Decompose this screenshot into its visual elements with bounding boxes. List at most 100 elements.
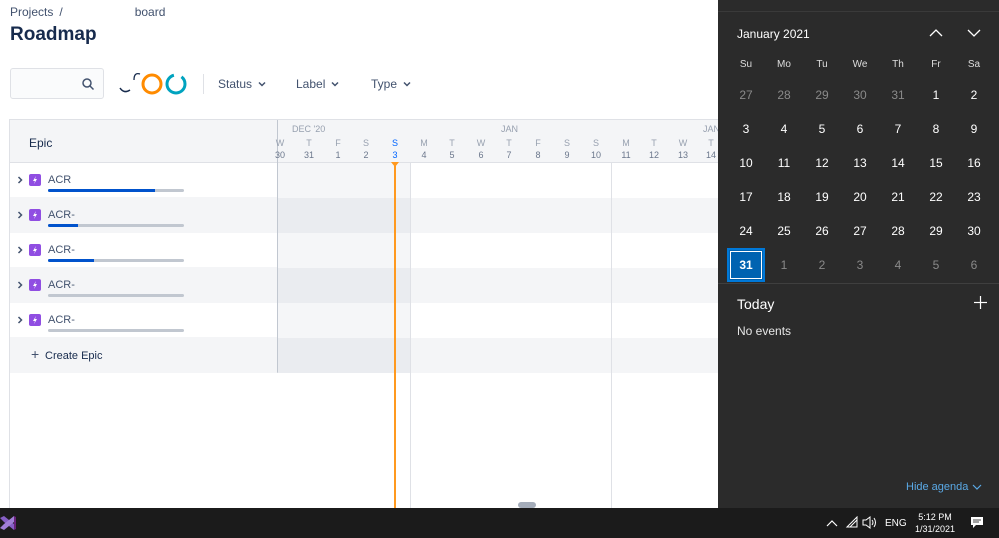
calendar-day[interactable]: 31 (879, 78, 917, 112)
calendar-day-selected[interactable]: 31 (727, 248, 765, 282)
calendar-day[interactable]: 29 (803, 78, 841, 112)
calendar-day[interactable]: 18 (765, 180, 803, 214)
calendar-day[interactable]: 9 (955, 112, 993, 146)
epic-progress-fill (48, 224, 78, 227)
calendar-day[interactable]: 30 (841, 78, 879, 112)
calendar-month-title[interactable]: January 2021 (737, 27, 810, 41)
calendar-flyout: January 2021 Su Mo Tu We Th Fr Sa 27 28 29 30 31 1 2 3… (718, 0, 999, 508)
calendar-day[interactable]: 15 (917, 146, 955, 180)
calendar-day[interactable]: 22 (917, 180, 955, 214)
clock[interactable]: 5:12 PM 1/31/2021 (910, 511, 960, 535)
week-divider (410, 163, 411, 510)
calendar-day[interactable]: 28 (879, 214, 917, 248)
epic-row[interactable]: ACR- (10, 268, 277, 303)
epic-column-header: Epic (10, 120, 277, 163)
chevron-right-icon[interactable] (16, 176, 24, 184)
visual-studio-icon[interactable] (0, 514, 16, 532)
epic-row[interactable]: ACR- (10, 303, 277, 338)
chevron-right-icon[interactable] (16, 316, 24, 324)
label-filter[interactable]: Label (296, 77, 339, 91)
calendar-day[interactable]: 6 (955, 248, 993, 282)
calendar-day[interactable]: 1 (765, 248, 803, 282)
breadcrumb-board[interactable]: board (135, 5, 166, 19)
week-divider (611, 163, 612, 510)
type-filter[interactable]: Type (371, 77, 411, 91)
language-indicator[interactable]: ENG (885, 518, 907, 529)
wifi-icon[interactable] (845, 516, 859, 528)
create-epic-button[interactable]: + Create Epic (10, 338, 277, 373)
epic-row[interactable]: ACR- (10, 198, 277, 233)
calendar-day[interactable]: 21 (879, 180, 917, 214)
calendar-day[interactable]: 11 (765, 146, 803, 180)
day-letter: W (476, 138, 486, 148)
weekday-label: Su (739, 59, 753, 70)
calendar-day[interactable]: 27 (841, 214, 879, 248)
status-filter[interactable]: Status (218, 77, 266, 91)
calendar-day[interactable]: 10 (727, 146, 765, 180)
calendar-day[interactable]: 1 (917, 78, 955, 112)
calendar-day[interactable]: 2 (955, 78, 993, 112)
calendar-day[interactable]: 13 (841, 146, 879, 180)
calendar-day[interactable]: 29 (917, 214, 955, 248)
epic-row[interactable]: ACR (10, 163, 277, 198)
calendar-day[interactable]: 3 (841, 248, 879, 282)
assignee-avatars[interactable] (116, 70, 196, 98)
epic-key[interactable]: ACR- (48, 209, 75, 221)
calendar-day[interactable]: 26 (803, 214, 841, 248)
calendar-day[interactable]: 16 (955, 146, 993, 180)
calendar-day[interactable]: 27 (727, 78, 765, 112)
epic-row[interactable]: ACR- (10, 233, 277, 268)
day-letter: W (678, 138, 688, 148)
calendar-day[interactable]: 24 (727, 214, 765, 248)
show-hidden-icons-icon[interactable] (826, 518, 838, 528)
calendar-day[interactable]: 8 (917, 112, 955, 146)
chevron-down-icon[interactable] (967, 26, 981, 40)
calendar-day[interactable]: 6 (841, 112, 879, 146)
calendar-day[interactable]: 12 (803, 146, 841, 180)
calendar-day[interactable]: 20 (841, 180, 879, 214)
chevron-right-icon[interactable] (16, 211, 24, 219)
epic-progress-bar (48, 329, 184, 332)
chevron-up-icon[interactable] (929, 26, 943, 40)
calendar-day[interactable]: 30 (955, 214, 993, 248)
notification-center-icon[interactable] (970, 516, 984, 529)
chevron-right-icon[interactable] (16, 281, 24, 289)
breadcrumb: Projects / board (10, 5, 165, 19)
epic-icon (29, 279, 41, 291)
weekday-label: Mo (777, 59, 791, 70)
day-letter: T (306, 138, 312, 148)
chevron-right-icon[interactable] (16, 246, 24, 254)
volume-icon[interactable] (862, 516, 878, 529)
calendar-day[interactable]: 25 (765, 214, 803, 248)
hide-agenda-label: Hide agenda (906, 481, 969, 493)
breadcrumb-projects[interactable]: Projects (10, 5, 53, 19)
calendar-day[interactable]: 5 (803, 112, 841, 146)
add-event-icon[interactable] (974, 296, 987, 309)
calendar-day[interactable]: 14 (879, 146, 917, 180)
epic-key[interactable]: ACR- (48, 244, 75, 256)
chevron-down-icon (331, 81, 339, 87)
hide-agenda-link[interactable]: Hide agenda (906, 481, 982, 493)
epic-list: Epic ACR ACR- ACR- ACR- ACR- + Create Epic (10, 120, 278, 373)
calendar-day[interactable]: 19 (803, 180, 841, 214)
calendar-day[interactable]: 4 (879, 248, 917, 282)
search-input[interactable] (10, 68, 104, 99)
calendar-day[interactable]: 5 (917, 248, 955, 282)
calendar-day[interactable]: 28 (765, 78, 803, 112)
calendar-day[interactable]: 4 (765, 112, 803, 146)
calendar-day[interactable]: 3 (727, 112, 765, 146)
epic-key[interactable]: ACR- (48, 279, 75, 291)
timeline[interactable]: DEC '20 JAN JAN W 30 T 31 F 1 S 2 S 3 M 4 T 5 W 6 T 7 F 8 S 9… (275, 120, 720, 510)
calendar-day[interactable]: 7 (879, 112, 917, 146)
epic-key[interactable]: ACR (48, 174, 71, 186)
day-letter: F (535, 138, 541, 148)
create-epic-label: Create Epic (45, 350, 103, 362)
day-letter: S (563, 138, 570, 148)
calendar-day[interactable]: 2 (803, 248, 841, 282)
calendar-day[interactable]: 23 (955, 180, 993, 214)
type-filter-label: Type (371, 77, 398, 91)
calendar-day[interactable]: 17 (727, 180, 765, 214)
day-number: 1 (335, 150, 341, 160)
epic-key[interactable]: ACR- (48, 314, 75, 326)
day-letter: T (506, 138, 512, 148)
